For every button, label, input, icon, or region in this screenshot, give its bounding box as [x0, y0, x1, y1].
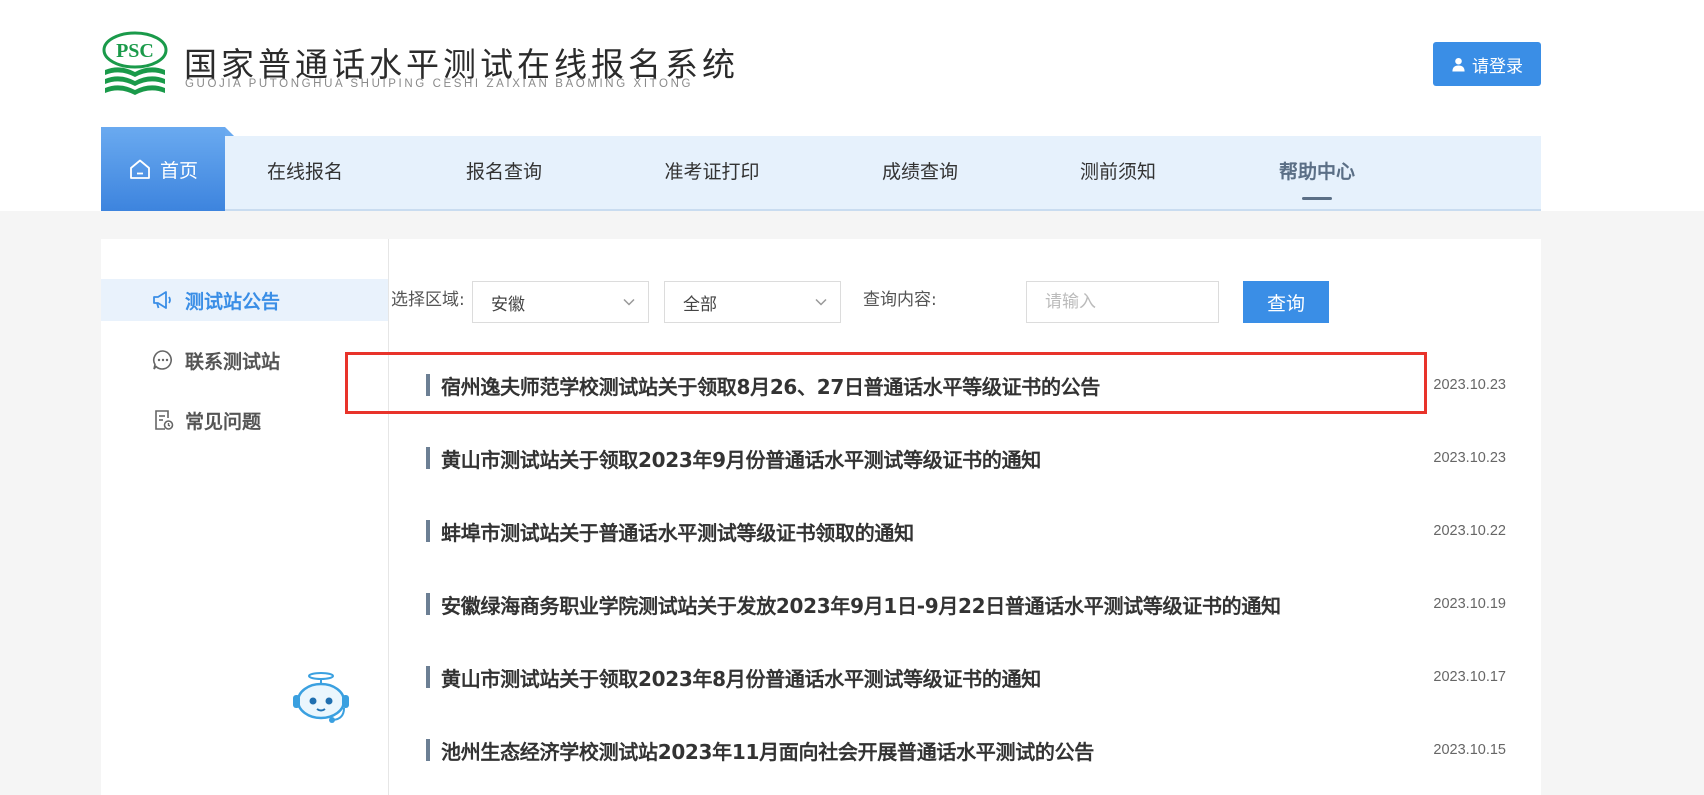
list-marker	[426, 593, 430, 615]
query-label: 查询内容:	[863, 290, 937, 310]
notice-title[interactable]: 蚌埠市测试站关于普通话水平测试等级证书领取的通知	[441, 517, 914, 546]
nav-item-test-notes[interactable]: 测前须知	[1080, 136, 1156, 209]
notice-date: 2023.10.23	[1433, 377, 1506, 393]
site-subtitle: GUOJIA PUTONGHUA SHUIPING CESHI ZAIXIAN …	[185, 78, 694, 90]
list-item[interactable]: 宿州逸夫师范学校测试站关于领取8月26、27日普通话水平等级证书的公告 2023…	[426, 365, 1506, 405]
home-icon	[130, 159, 150, 179]
region-select-value: 安徽	[491, 294, 525, 315]
nav-item-online-signup[interactable]: 在线报名	[267, 136, 343, 209]
document-clock-icon	[155, 410, 174, 430]
list-item[interactable]: 黄山市测试站关于领取2023年8月份普通话水平测试等级证书的通知 2023.10…	[426, 657, 1506, 697]
list-marker	[426, 666, 430, 688]
search-button[interactable]: 查询	[1243, 281, 1329, 323]
notice-title[interactable]: 黄山市测试站关于领取2023年9月份普通话水平测试等级证书的通知	[441, 444, 1041, 473]
region-select[interactable]: 安徽	[472, 281, 649, 323]
login-button[interactable]: 请登录	[1433, 42, 1541, 86]
megaphone-icon	[153, 291, 171, 309]
notice-date: 2023.10.19	[1433, 596, 1506, 612]
nav-item-signup-query[interactable]: 报名查询	[466, 136, 542, 209]
chat-icon	[152, 350, 172, 370]
sidebar-item-faq[interactable]: 常见问题	[101, 399, 388, 441]
main-nav: 首页 在线报名 报名查询 准考证打印 成绩查询 测前须知 帮助中心	[101, 127, 1541, 211]
chevron-down-icon	[815, 298, 827, 306]
notice-date: 2023.10.23	[1433, 450, 1506, 466]
sidebar-item-contact[interactable]: 联系测试站	[101, 339, 388, 381]
nav-item-score-query[interactable]: 成绩查询	[882, 136, 958, 209]
svg-text:PSC: PSC	[116, 40, 154, 62]
notice-date: 2023.10.15	[1433, 742, 1506, 758]
list-item[interactable]: 黄山市测试站关于领取2023年9月份普通话水平测试等级证书的通知 2023.10…	[426, 438, 1506, 478]
chevron-down-icon	[623, 298, 635, 306]
category-select[interactable]: 全部	[664, 281, 841, 323]
header: PSC 国家普通话水平测试在线报名系统 GUOJIA PUTONGHUA SHU…	[0, 0, 1704, 211]
list-marker	[426, 447, 430, 469]
sidebar-item-announcements[interactable]: 测试站公告	[101, 279, 388, 321]
search-input[interactable]	[1026, 281, 1219, 323]
nav-item-home[interactable]: 首页	[101, 127, 234, 211]
list-item[interactable]: 蚌埠市测试站关于普通话水平测试等级证书领取的通知 2023.10.22	[426, 511, 1506, 551]
notice-title[interactable]: 池州生态经济学校测试站2023年11月面向社会开展普通话水平测试的公告	[441, 736, 1094, 765]
psc-logo[interactable]: PSC	[101, 30, 169, 98]
nav-item-admission-print[interactable]: 准考证打印	[664, 136, 759, 209]
notice-title[interactable]: 宿州逸夫师范学校测试站关于领取8月26、27日普通话水平等级证书的公告	[441, 371, 1100, 400]
sidebar: 测试站公告 联系测试站 常见问题	[101, 239, 389, 795]
list-item[interactable]: 池州生态经济学校测试站2023年11月面向社会开展普通话水平测试的公告 2023…	[426, 730, 1506, 770]
nav-item-help-center[interactable]: 帮助中心	[1279, 136, 1355, 209]
category-select-value: 全部	[683, 294, 717, 315]
notice-date: 2023.10.22	[1433, 523, 1506, 539]
list-marker	[426, 520, 430, 542]
notice-date: 2023.10.17	[1433, 669, 1506, 685]
login-label: 请登录	[1472, 56, 1523, 77]
sidebar-item-label: 测试站公告	[185, 290, 281, 313]
user-icon	[1452, 57, 1465, 72]
notice-title[interactable]: 安徽绿海商务职业学院测试站关于发放2023年9月1日-9月22日普通话水平测试等…	[441, 590, 1281, 619]
nav-home-label: 首页	[159, 159, 198, 182]
notice-title[interactable]: 黄山市测试站关于领取2023年8月份普通话水平测试等级证书的通知	[441, 663, 1041, 692]
sidebar-item-label: 联系测试站	[185, 350, 281, 373]
list-marker	[426, 374, 430, 396]
list-marker	[426, 739, 430, 761]
region-label: 选择区域:	[391, 290, 465, 310]
list-item[interactable]: 安徽绿海商务职业学院测试站关于发放2023年9月1日-9月22日普通话水平测试等…	[426, 584, 1506, 624]
robot-assistant-icon[interactable]	[289, 671, 353, 727]
sidebar-item-label: 常见问题	[185, 410, 262, 433]
